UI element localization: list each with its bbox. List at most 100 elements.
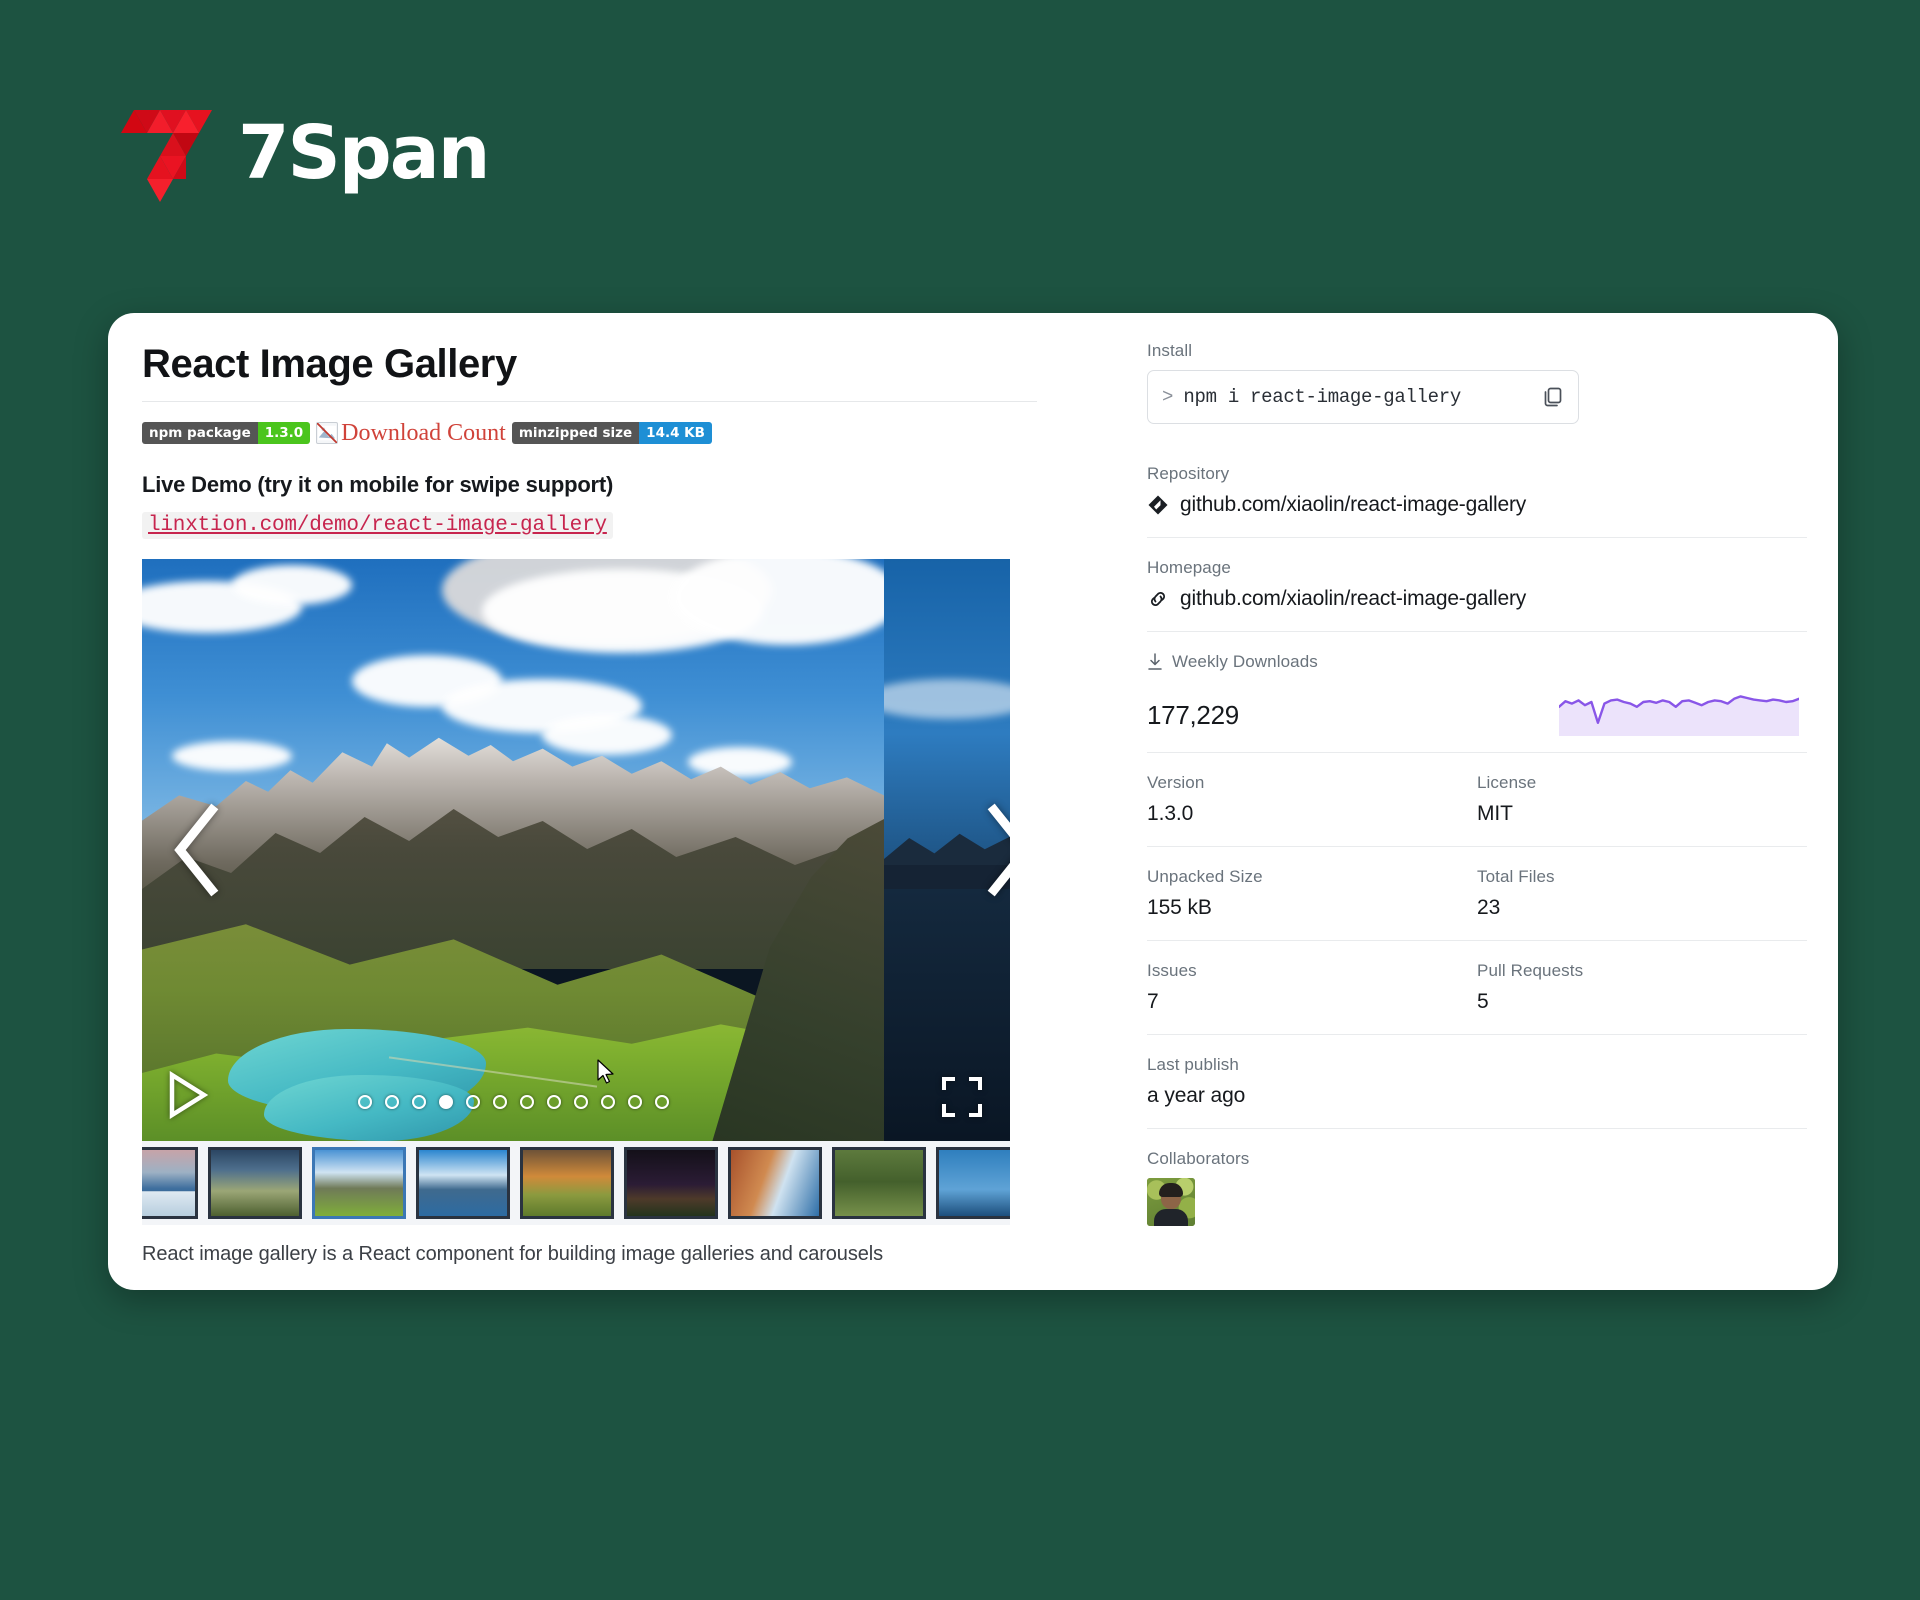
- link-icon: [1147, 588, 1169, 610]
- pull-requests-value: 5: [1477, 990, 1489, 1013]
- last-publish-value: a year ago: [1147, 1084, 1246, 1107]
- install-label: Install: [1147, 341, 1193, 360]
- gallery-bullet[interactable]: [411, 1095, 426, 1109]
- collaborators-label: Collaborators: [1147, 1149, 1250, 1168]
- homepage-url: github.com/xiaolin/react-image-gallery: [1180, 587, 1527, 610]
- repository-link[interactable]: github.com/xiaolin/react-image-gallery: [1147, 493, 1807, 517]
- version-label: Version: [1147, 773, 1205, 792]
- gallery-bullet[interactable]: [384, 1095, 399, 1109]
- weekly-downloads-label: Weekly Downloads: [1172, 652, 1318, 671]
- gallery-next-slide-preview[interactable]: [884, 559, 1010, 1141]
- github-mark-icon: [1147, 494, 1169, 516]
- gallery-bullet[interactable]: [600, 1095, 615, 1109]
- last-publish-label: Last publish: [1147, 1055, 1239, 1074]
- slide-image-alpine-lake: [142, 559, 884, 1141]
- issues-value: 7: [1147, 990, 1159, 1013]
- homepage-label: Homepage: [1147, 558, 1231, 577]
- install-command-text: npm i react-image-gallery: [1183, 386, 1461, 408]
- thumb-4[interactable]: [416, 1147, 510, 1219]
- homepage-section: Homepage github.com/xiaolin/react-image-…: [1147, 538, 1807, 632]
- gallery-bullet[interactable]: [465, 1095, 480, 1109]
- sevenspan-logo-icon: [108, 88, 212, 218]
- repository-section: Repository github.com/xiaolin/react-imag…: [1147, 444, 1807, 538]
- npm-package-badge-label: npm package: [142, 422, 258, 444]
- prompt-icon: >: [1162, 386, 1174, 408]
- download-icon: [1147, 653, 1163, 671]
- weekly-downloads-header: Weekly Downloads: [1147, 652, 1807, 672]
- gallery-bullet[interactable]: [519, 1095, 534, 1109]
- gallery-bullet[interactable]: [357, 1095, 372, 1109]
- gallery-current-slide[interactable]: [142, 559, 884, 1141]
- demo-link[interactable]: linxtion.com/demo/react-image-gallery: [142, 512, 613, 539]
- issues-prs-row: Issues 7 Pull Requests 5: [1147, 941, 1807, 1035]
- license-label: License: [1477, 773, 1537, 792]
- weekly-downloads-row: 177,229: [1147, 680, 1807, 736]
- gallery-bullets: [142, 1095, 884, 1109]
- gallery-bullet-active[interactable]: [438, 1095, 453, 1109]
- gallery-bullet[interactable]: [654, 1095, 669, 1109]
- pull-requests-cell[interactable]: Pull Requests 5: [1477, 961, 1807, 1014]
- image-gallery: React image gallery is a React component…: [142, 559, 1010, 1266]
- version-cell: Version 1.3.0: [1147, 773, 1477, 826]
- repository-url: github.com/xiaolin/react-image-gallery: [1180, 493, 1527, 516]
- thumb-6[interactable]: [624, 1147, 718, 1219]
- gallery-bullet[interactable]: [546, 1095, 561, 1109]
- unpacked-size-label: Unpacked Size: [1147, 867, 1263, 886]
- gallery-bullet[interactable]: [573, 1095, 588, 1109]
- version-license-row: Version 1.3.0 License MIT: [1147, 753, 1807, 847]
- repository-label: Repository: [1147, 464, 1230, 483]
- package-sidebar: Install > npm i react-image-gallery Repo…: [1047, 341, 1807, 1290]
- total-files-label: Total Files: [1477, 867, 1555, 886]
- thumb-1[interactable]: [142, 1147, 198, 1219]
- weekly-downloads-section: Weekly Downloads 177,229: [1147, 632, 1807, 753]
- size-files-row: Unpacked Size 155 kB Total Files 23: [1147, 847, 1807, 941]
- total-files-value: 23: [1477, 896, 1501, 919]
- gallery-bullet[interactable]: [492, 1095, 507, 1109]
- thumb-5[interactable]: [520, 1147, 614, 1219]
- npm-package-badge[interactable]: npm package 1.3.0: [142, 422, 311, 444]
- mouse-cursor: [597, 1059, 615, 1085]
- thumb-8[interactable]: [832, 1147, 926, 1219]
- homepage-link[interactable]: github.com/xiaolin/react-image-gallery: [1147, 587, 1807, 611]
- license-value: MIT: [1477, 802, 1513, 825]
- weekly-downloads-sparkline: [1559, 684, 1799, 736]
- brand-logo: 7Span: [108, 88, 490, 218]
- total-files-cell: Total Files 23: [1477, 867, 1807, 920]
- minzipped-size-badge-label: minzipped size: [511, 422, 640, 444]
- readme-pane: React Image Gallery npm package 1.3.0 Do…: [142, 341, 1047, 1290]
- broken-image-alt-text: Download Count: [341, 420, 506, 446]
- gallery-fullscreen-button[interactable]: [940, 1075, 984, 1119]
- thumb-2[interactable]: [208, 1147, 302, 1219]
- unpacked-size-value: 155 kB: [1147, 896, 1212, 919]
- minzipped-size-badge[interactable]: minzipped size 14.4 KB: [511, 422, 712, 444]
- issues-label: Issues: [1147, 961, 1197, 980]
- page-title: React Image Gallery: [142, 342, 517, 386]
- gallery-stage: [142, 559, 1010, 1141]
- thumb-3[interactable]: [312, 1147, 406, 1219]
- unpacked-size-cell: Unpacked Size 155 kB: [1147, 867, 1477, 920]
- npm-package-badge-value: 1.3.0: [257, 422, 311, 444]
- thumb-9[interactable]: [936, 1147, 1010, 1219]
- page-root: 7Span React Image Gallery npm package 1.…: [0, 0, 1920, 1600]
- live-demo-heading: Live Demo (try it on mobile for swipe su…: [142, 472, 614, 497]
- title-divider: [142, 401, 1037, 402]
- gallery-bullet[interactable]: [627, 1095, 642, 1109]
- gallery-next-button[interactable]: [976, 802, 1010, 898]
- download-count-badge-broken[interactable]: Download Count: [316, 420, 506, 446]
- minzipped-size-badge-value: 14.4 KB: [639, 422, 712, 444]
- copy-icon[interactable]: [1542, 386, 1564, 408]
- pull-requests-label: Pull Requests: [1477, 961, 1584, 980]
- badge-row: npm package 1.3.0 Download Count minzipp…: [142, 420, 1037, 446]
- gallery-prev-button[interactable]: [166, 802, 230, 898]
- collaborators-section: Collaborators: [1147, 1129, 1807, 1246]
- gallery-caption: React image gallery is a React component…: [142, 1243, 883, 1265]
- collaborator-avatar[interactable]: [1147, 1178, 1195, 1226]
- brand-name: 7Span: [238, 110, 490, 196]
- issues-cell[interactable]: Issues 7: [1147, 961, 1477, 1014]
- version-value: 1.3.0: [1147, 802, 1194, 825]
- gallery-thumbnail-strip[interactable]: [142, 1141, 1010, 1225]
- install-command-box[interactable]: > npm i react-image-gallery: [1147, 370, 1579, 424]
- last-publish-section: Last publish a year ago: [1147, 1035, 1807, 1129]
- thumb-7[interactable]: [728, 1147, 822, 1219]
- weekly-downloads-value: 177,229: [1147, 700, 1239, 730]
